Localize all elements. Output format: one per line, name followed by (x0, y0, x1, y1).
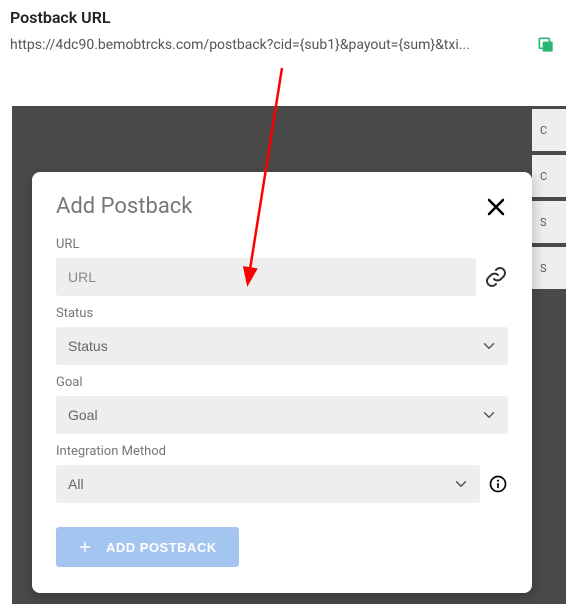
add-postback-button[interactable]: ADD POSTBACK (56, 527, 239, 567)
add-postback-dialog: Add Postback URL Status (32, 172, 532, 593)
goal-field-label: Goal (56, 375, 508, 390)
url-input[interactable] (56, 258, 476, 296)
close-button[interactable] (484, 195, 508, 219)
url-link-button[interactable] (484, 265, 508, 289)
postback-url-text: https://4dc90.bemobtrcks.com/postback?ci… (10, 37, 526, 53)
dark-background-panel: C C S S Add Postback URL (12, 106, 566, 604)
status-field-label: Status (56, 306, 508, 321)
side-button-1[interactable]: C (532, 155, 566, 197)
side-button-3[interactable]: S (532, 247, 566, 289)
side-button-2[interactable]: S (532, 201, 566, 243)
integration-method-select[interactable]: All (56, 465, 480, 503)
goal-select[interactable]: Goal (56, 396, 508, 434)
status-select[interactable]: Status (56, 327, 508, 365)
integration-field-label: Integration Method (56, 444, 508, 459)
info-icon (488, 474, 508, 494)
copy-url-button[interactable] (536, 35, 556, 55)
close-icon (484, 195, 508, 219)
plus-icon (78, 540, 92, 554)
side-button-0[interactable]: C (532, 109, 566, 151)
postback-url-heading: Postback URL (10, 8, 556, 27)
url-field-label: URL (56, 237, 508, 252)
integration-info-button[interactable] (488, 474, 508, 494)
dialog-title: Add Postback (56, 194, 192, 219)
add-postback-button-label: ADD POSTBACK (106, 540, 217, 555)
link-icon (484, 265, 508, 289)
copy-icon (536, 35, 556, 55)
